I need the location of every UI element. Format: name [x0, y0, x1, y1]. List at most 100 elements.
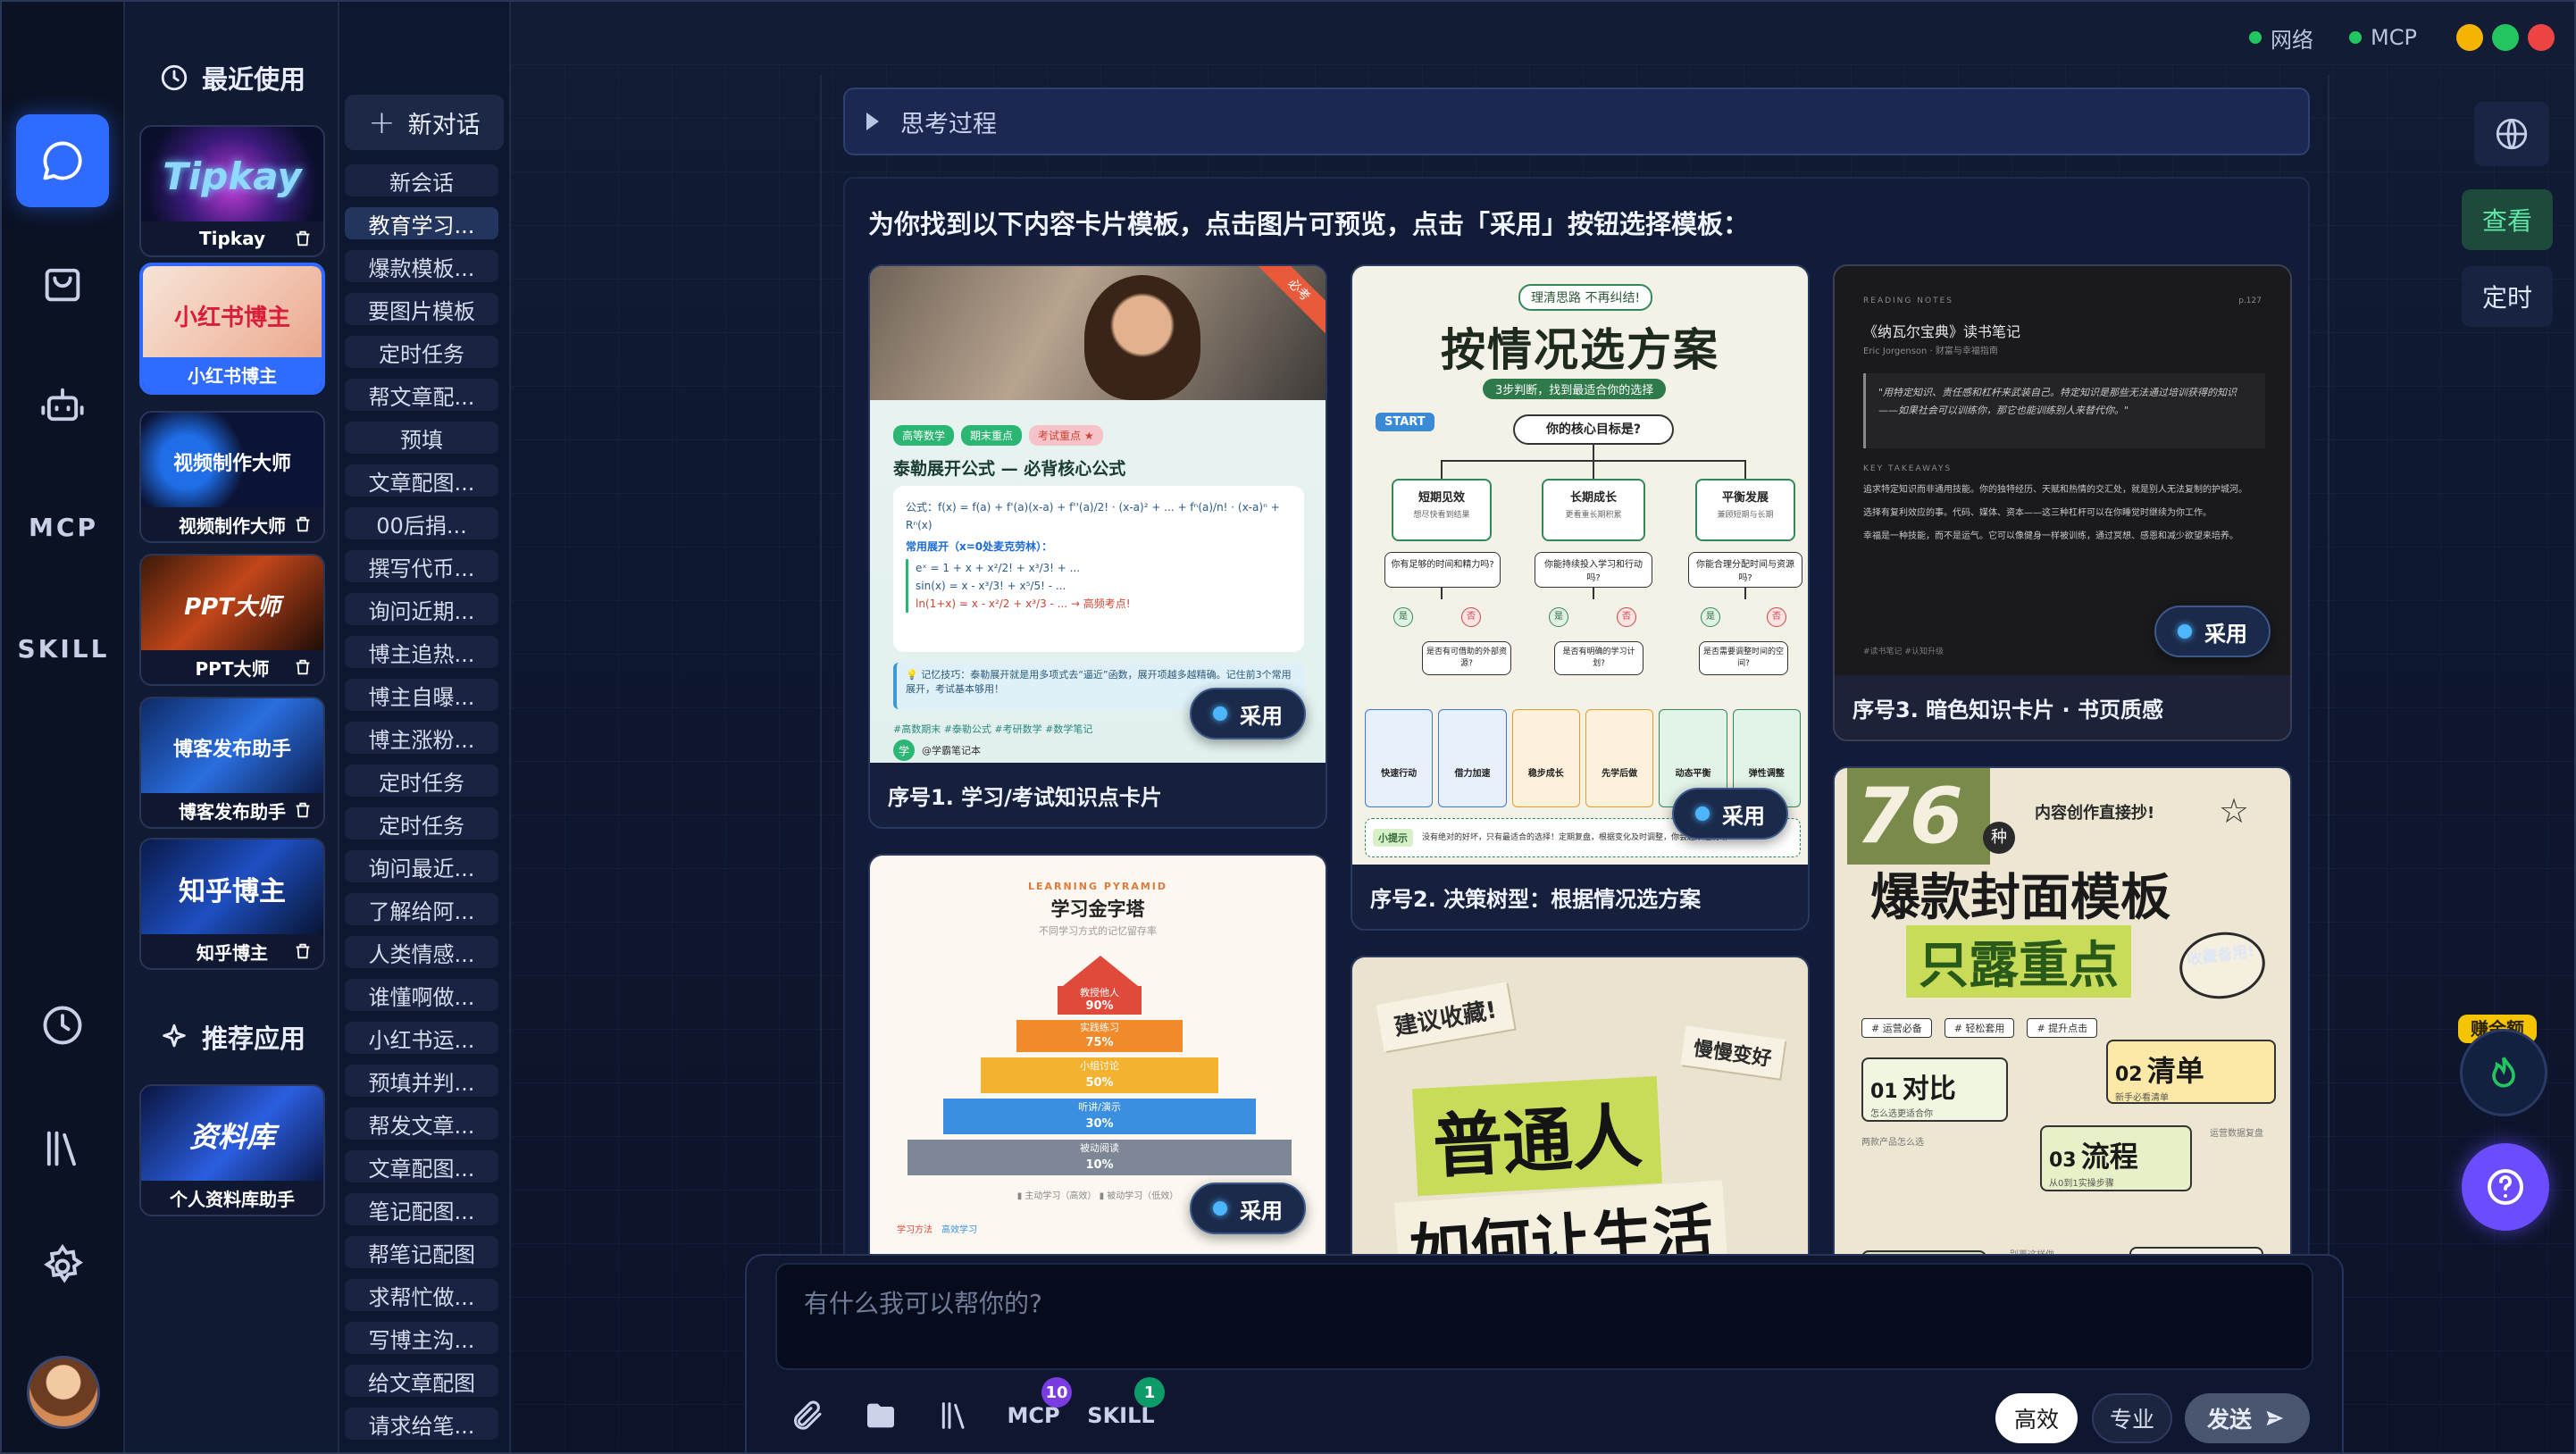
notes-header: READING NOTES — [1863, 297, 1953, 305]
side-note: 运营数据复盘 — [2210, 1129, 2263, 1139]
template-preview-6[interactable]: 76 种 内容创作直接抄! ☆ 爆款封面模板 只露重点 收藏备用! # 运营必备… — [1835, 768, 2290, 1261]
conversation-item[interactable]: 求帮忙做... — [345, 1279, 498, 1311]
trash-icon[interactable] — [293, 941, 313, 961]
skill-nav-button[interactable]: SKILL — [2, 634, 125, 664]
conversation-item[interactable]: 预填并判... — [345, 1065, 498, 1097]
library-button[interactable] — [933, 1393, 975, 1438]
app-card-video[interactable]: 视频制作大师 视频制作大师 — [139, 411, 325, 543]
message-input[interactable]: 有什么我可以帮你的? — [775, 1263, 2313, 1370]
conversation-item[interactable]: 帮笔记配图 — [345, 1236, 498, 1268]
app-card-zhihu[interactable]: 知乎博主 知乎博主 — [139, 838, 325, 970]
trash-icon[interactable] — [293, 229, 313, 248]
close-button[interactable] — [2527, 24, 2555, 51]
conversation-item[interactable]: 要图片模板 — [345, 293, 498, 325]
conversation-item[interactable]: 了解给阿... — [345, 893, 498, 925]
earn-balance-button[interactable] — [2460, 1029, 2547, 1116]
attach-button[interactable] — [784, 1393, 829, 1438]
pyramid-level: 实践练习 75% — [1016, 1020, 1183, 1052]
person-photo — [1084, 275, 1200, 400]
new-chat-label: 新对话 — [407, 111, 481, 139]
question-box: 你有足够的时间和精力吗? — [1384, 552, 1501, 588]
view-button[interactable]: 查看 — [2462, 189, 2553, 250]
folder-button[interactable] — [857, 1393, 904, 1438]
conversation-item[interactable]: 笔记配图... — [345, 1193, 498, 1225]
conversation-item[interactable]: 文章配图... — [345, 1150, 498, 1182]
conversation-item[interactable]: 爆款模板... — [345, 250, 498, 282]
conversation-item[interactable]: 写博主沟... — [345, 1322, 498, 1354]
conversation-item[interactable]: 新会话 — [345, 164, 498, 196]
mode-fast-button[interactable]: 高效 — [1995, 1393, 2078, 1443]
adopt-button-4[interactable]: 采用 — [1190, 1182, 1306, 1234]
conversation-item[interactable]: 预填 — [345, 422, 498, 454]
template-card-6[interactable]: 76 种 内容创作直接抄! ☆ 爆款封面模板 只露重点 收藏备用! # 运营必备… — [1833, 766, 2292, 1261]
help-button[interactable] — [2462, 1143, 2549, 1231]
adopt-button-2[interactable]: 采用 — [1672, 788, 1788, 840]
gear-icon — [44, 1243, 84, 1283]
mode-pro-button[interactable]: 专业 — [2092, 1393, 2172, 1443]
takeaway-item: 幸福是一种技能，而不是运气。它可以像健身一样被训练，通过冥想、感恩和减少欲望来培… — [1863, 531, 2238, 541]
result-box: 稳步成长 — [1511, 709, 1580, 807]
template-card-4[interactable]: LEARNING PYRAMID 学习金字塔 不同学习方式的记忆留存率 教授他人… — [868, 854, 1327, 1261]
conversation-item[interactable]: 询问最近... — [345, 850, 498, 882]
globe-icon — [2496, 118, 2528, 150]
template-card-5[interactable]: 建议收藏! 慢慢变好 普通人 如何让生活 — [1351, 956, 1810, 1261]
user-avatar[interactable] — [27, 1356, 100, 1429]
template-preview-5[interactable]: 建议收藏! 慢慢变好 普通人 如何让生活 — [1352, 957, 1808, 1261]
conversation-item[interactable]: 人类情感... — [345, 936, 498, 968]
mcp-nav-button[interactable]: MCP — [2, 513, 125, 542]
thinking-process-toggle[interactable]: 思考过程 — [843, 88, 2310, 155]
conversation-item[interactable]: 小红书运... — [345, 1022, 498, 1054]
app-card-ppt[interactable]: PPT大师 PPT大师 — [139, 554, 325, 686]
conversation-item[interactable]: 定时任务 — [345, 807, 498, 840]
bot-nav-button[interactable] — [16, 359, 109, 452]
new-chat-button[interactable]: + 新对话 — [345, 95, 504, 150]
conversation-item[interactable]: 谁懂啊做... — [345, 979, 498, 1011]
conversation-item[interactable]: 询问近期... — [345, 593, 498, 625]
app-card-blog[interactable]: 博客发布助手 博客发布助手 — [139, 697, 325, 829]
library-nav-button[interactable] — [16, 1102, 109, 1195]
result-box: 借力加速 — [1438, 709, 1507, 807]
send-button[interactable]: 发送 — [2185, 1393, 2310, 1443]
trash-icon[interactable] — [293, 800, 313, 820]
minimize-button[interactable] — [2455, 24, 2483, 51]
history-nav-button[interactable] — [16, 979, 109, 1072]
headline-line-2: 只露重点 — [1906, 925, 2131, 998]
conversation-item[interactable]: 教育学习... — [345, 207, 498, 239]
template-card-1[interactable]: 必考 高等数学 期末重点 考试重点 ★ 泰勒展开公式 — 必背核心公式 公式：f… — [868, 264, 1327, 829]
schedule-button[interactable]: 定时 — [2462, 266, 2553, 327]
store-nav-button[interactable] — [16, 238, 109, 330]
maximize-button[interactable] — [2491, 24, 2519, 51]
conversation-item[interactable]: 00后捐... — [345, 507, 498, 539]
dot-icon — [1213, 1201, 1227, 1216]
tip-label: 小提示 — [1373, 829, 1413, 847]
clock-icon — [43, 1006, 82, 1045]
app-card-knowledge-base[interactable]: 资料库 个人资料库助手 — [139, 1084, 325, 1216]
conversation-item[interactable]: 帮发文章... — [345, 1107, 498, 1140]
conversation-item[interactable]: 博主追热... — [345, 636, 498, 668]
conversation-item[interactable]: 文章配图... — [345, 464, 498, 497]
conversation-item[interactable]: 定时任务 — [345, 336, 498, 368]
template-card-3[interactable]: READING NOTES p.127 《纳瓦尔宝典》读书笔记 Eric Jor… — [1833, 264, 2292, 741]
template-card-2[interactable]: 理清思路 不再纠结! 按情况选方案 3步判断，找到最适合你的选择 START 你… — [1351, 264, 1810, 931]
item-card: 03 流程 从0到1实操步骤 — [2040, 1125, 2192, 1191]
conversation-item[interactable]: 帮文章配... — [345, 379, 498, 411]
adopt-button-3[interactable]: 采用 — [2154, 606, 2271, 657]
takeaways-list: 追求特定知识而非通用技能。你的独特经历、天赋和热情的交汇处，就是别人无法复制的护… — [1863, 482, 2265, 545]
conversation-item[interactable]: 撰写代币... — [345, 550, 498, 582]
pill: # 提升点击 — [2027, 1018, 2098, 1038]
app-card-tipkay[interactable]: Tipkay Tipkay — [139, 125, 325, 257]
conversation-item[interactable]: 定时任务 — [345, 765, 498, 797]
conversation-item[interactable]: 给文章配图 — [345, 1365, 498, 1397]
template-preview-2[interactable]: 理清思路 不再纠结! 按情况选方案 3步判断，找到最适合你的选择 START 你… — [1352, 266, 1808, 868]
globe-button[interactable] — [2474, 102, 2549, 166]
conversation-item[interactable]: 博主自曝... — [345, 679, 498, 711]
settings-nav-button[interactable] — [16, 1220, 109, 1313]
chat-nav-button[interactable] — [16, 114, 109, 207]
conversation-item[interactable]: 博主涨粉... — [345, 722, 498, 754]
adopt-button-1[interactable]: 采用 — [1190, 688, 1306, 740]
trash-icon[interactable] — [293, 657, 313, 677]
app-card-xiaohongshu[interactable]: 小红书博主 小红书博主 — [139, 263, 325, 395]
level-value: 50% — [1085, 1076, 1114, 1090]
conversation-item[interactable]: 请求给笔... — [345, 1408, 498, 1440]
trash-icon[interactable] — [293, 514, 313, 534]
